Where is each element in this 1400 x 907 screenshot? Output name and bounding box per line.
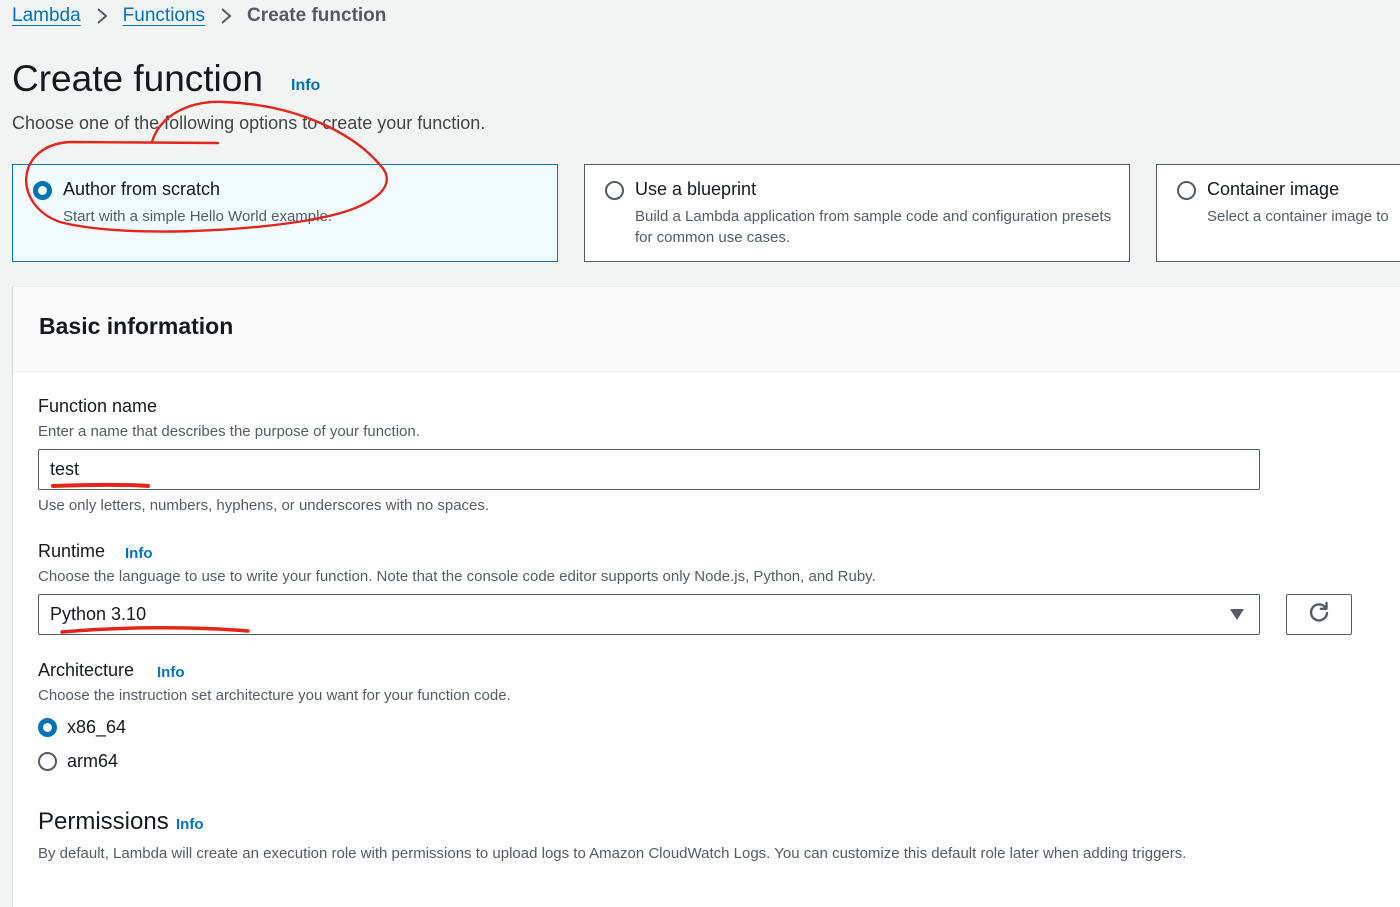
breadcrumb-lambda-link[interactable]: Lambda [12, 5, 81, 27]
radio-container-image[interactable] [1177, 181, 1196, 200]
breadcrumb-functions-link[interactable]: Functions [123, 5, 205, 27]
permissions-info-link[interactable]: Info [176, 816, 204, 833]
page-description: Choose one of the following options to c… [12, 113, 486, 133]
option-description: Build a Lambda application from sample c… [635, 208, 1112, 246]
architecture-option-arm64[interactable]: arm64 [38, 749, 118, 773]
option-description: Start with a simple Hello World example. [63, 208, 332, 225]
function-name-input[interactable] [38, 449, 1260, 490]
runtime-selected-value: Python 3.10 [50, 604, 147, 624]
radio-x86-64[interactable] [38, 717, 57, 737]
panel-header: Basic information [13, 287, 1400, 372]
chevron-right-icon [81, 7, 123, 25]
permissions-title: Permissions [38, 808, 169, 835]
runtime-select[interactable]: Python 3.10 [38, 594, 1260, 635]
title-info-link[interactable]: Info [291, 77, 320, 95]
option-title: Container image [1207, 179, 1340, 199]
breadcrumb: Lambda Functions Create function [12, 3, 386, 29]
radio-label: arm64 [67, 750, 119, 771]
panel-title: Basic information [39, 313, 234, 339]
radio-use-a-blueprint[interactable] [605, 181, 624, 200]
option-description: Select a container image to [1207, 208, 1389, 225]
radio-label: x86_64 [67, 716, 127, 737]
function-name-description: Enter a name that describes the purpose … [38, 423, 420, 440]
architecture-description: Choose the instruction set architecture … [38, 687, 511, 704]
architecture-info-link[interactable]: Info [157, 664, 185, 681]
caret-down-icon [1230, 609, 1244, 620]
runtime-description: Choose the language to use to write your… [38, 568, 876, 585]
option-title: Author from scratch [63, 179, 221, 199]
option-title: Use a blueprint [635, 179, 757, 199]
chevron-right-icon [205, 7, 247, 25]
option-use-a-blueprint[interactable]: Use a blueprint Build a Lambda applicati… [584, 164, 1130, 262]
architecture-option-x86-64[interactable]: x86_64 [38, 715, 126, 739]
radio-arm64[interactable] [38, 751, 57, 771]
refresh-icon [1307, 600, 1331, 629]
radio-author-from-scratch[interactable] [33, 181, 52, 200]
function-name-hint: Use only letters, numbers, hyphens, or u… [38, 497, 490, 514]
refresh-runtimes-button[interactable] [1286, 594, 1352, 635]
page-title: Create function [12, 58, 263, 99]
permissions-description: By default, Lambda will create an execut… [38, 845, 1187, 862]
runtime-label: Runtime [38, 541, 106, 561]
function-name-label: Function name [38, 396, 158, 416]
runtime-info-link[interactable]: Info [125, 545, 153, 562]
architecture-label: Architecture [38, 660, 135, 680]
breadcrumb-current: Create function [247, 5, 387, 26]
option-container-image[interactable]: Container image Select a container image… [1156, 164, 1400, 262]
option-author-from-scratch[interactable]: Author from scratch Start with a simple … [12, 164, 558, 262]
